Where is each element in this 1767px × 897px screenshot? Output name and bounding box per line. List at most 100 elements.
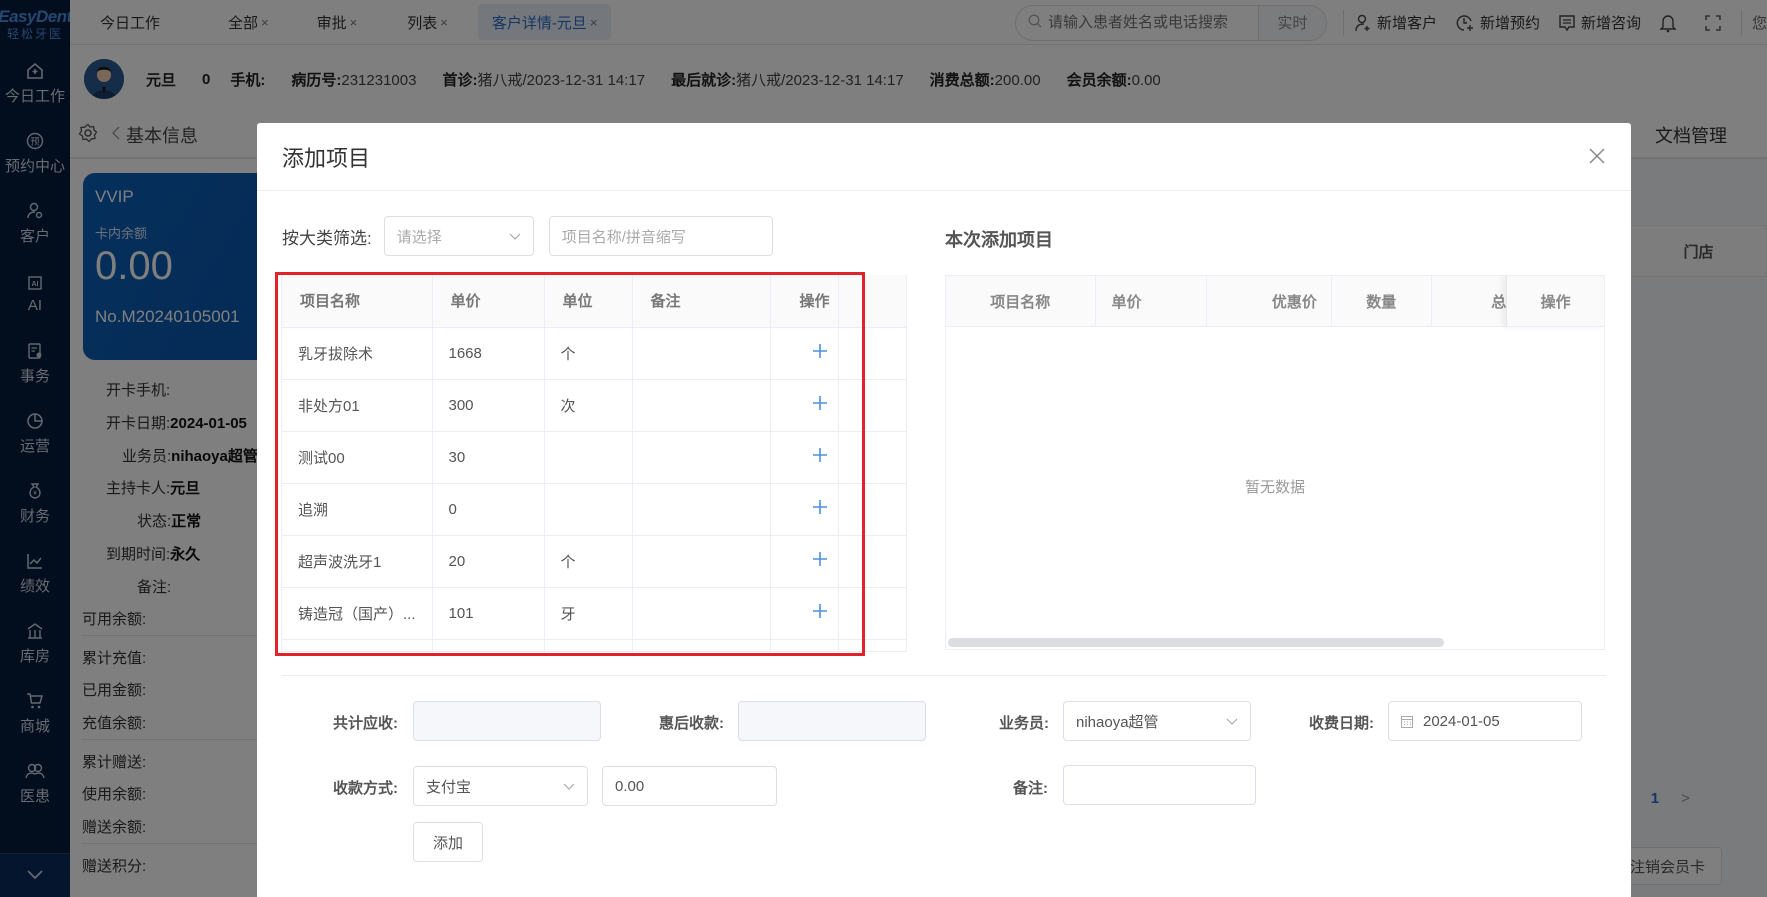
item-price: 20	[432, 535, 545, 588]
table-row: 铸造冠（国产）... 101 牙	[282, 587, 906, 640]
spacer-cell	[838, 535, 906, 588]
remark-label: 备注:	[1013, 780, 1048, 797]
column-header-quantity: 数量	[1332, 276, 1432, 327]
payment-method-select[interactable]: 支付宝	[413, 766, 588, 806]
add-item-plus-icon[interactable]	[812, 551, 828, 571]
column-header-price: 单价	[1096, 276, 1208, 327]
table-row: 追溯 0	[282, 483, 906, 536]
empty-cell	[544, 639, 633, 651]
item-unit: 个	[544, 327, 633, 380]
empty-cell	[432, 639, 545, 651]
payment-method-value: 支付宝	[426, 778, 472, 796]
item-unit	[544, 483, 633, 536]
item-note	[632, 431, 771, 484]
item-unit	[544, 431, 633, 484]
add-payment-button[interactable]: 添加	[413, 822, 483, 862]
total-due-label: 共计应收:	[333, 715, 398, 732]
empty-cell	[770, 639, 839, 651]
item-unit: 次	[544, 379, 633, 432]
chevron-down-icon	[1226, 713, 1238, 730]
divider	[282, 675, 1606, 676]
salesperson-select[interactable]: nihaoya超管	[1063, 701, 1251, 741]
modal-header: 添加项目	[257, 123, 1631, 191]
item-name-search-input[interactable]: 项目名称/拼音缩写	[548, 216, 773, 256]
item-note	[632, 379, 771, 432]
charge-date-label: 收费日期:	[1309, 715, 1374, 732]
spacer-cell	[838, 483, 906, 536]
added-items-title: 本次添加项目	[945, 230, 1053, 250]
empty-state-text: 暂无数据	[1244, 479, 1305, 496]
item-name: 追溯	[282, 483, 433, 536]
column-header-discount-price: 优惠价	[1207, 276, 1332, 327]
spacer-cell	[838, 379, 906, 432]
category-select-placeholder: 请选择	[396, 228, 442, 246]
spacer-cell	[838, 431, 906, 484]
salesperson-label: 业务员:	[999, 715, 1049, 732]
payment-method-label: 收款方式:	[333, 780, 398, 797]
column-header-spacer	[838, 275, 906, 328]
table-row-partial	[282, 639, 906, 651]
after-discount-label: 惠后收款:	[659, 715, 724, 732]
item-note	[632, 587, 771, 640]
table-row: 非处方01 300 次	[282, 379, 906, 432]
add-item-plus-icon[interactable]	[812, 499, 828, 519]
item-action-cell	[770, 587, 839, 640]
table-row: 乳牙拔除术 1668 个	[282, 327, 906, 380]
item-price: 0	[432, 483, 545, 536]
add-item-modal: 添加项目 按大类筛选: 请选择 项目名称/拼音缩写 项目名称 单价 单位 备注 …	[257, 123, 1631, 897]
item-unit: 个	[544, 535, 633, 588]
payment-amount-input[interactable]: 0.00	[602, 766, 777, 806]
item-name: 乳牙拔除术	[282, 327, 433, 380]
items-table: 项目名称 单价 单位 备注 操作 乳牙拔除术 1668 个非处方01 300 次测试00…	[282, 275, 906, 651]
close-icon[interactable]	[1588, 147, 1606, 165]
item-price: 30	[432, 431, 545, 484]
spacer-cell	[838, 587, 906, 640]
item-name: 非处方01	[282, 379, 433, 432]
empty-cell	[632, 639, 771, 651]
item-note	[632, 535, 771, 588]
add-item-plus-icon[interactable]	[812, 395, 828, 415]
column-header-name: 项目名称	[946, 276, 1096, 327]
item-name: 超声波洗牙1	[282, 535, 433, 588]
column-header-name: 项目名称	[282, 275, 433, 328]
items-table-container[interactable]: 项目名称 单价 单位 备注 操作 乳牙拔除术 1668 个非处方01 300 次测试00…	[281, 275, 907, 652]
modal-title: 添加项目	[282, 145, 371, 171]
add-item-plus-icon[interactable]	[812, 603, 828, 623]
filter-label: 按大类筛选:	[282, 228, 372, 248]
total-due-field	[413, 701, 601, 741]
item-action-cell	[770, 483, 839, 536]
salesperson-value: nihaoya超管	[1076, 713, 1159, 731]
added-items-table: 项目名称 单价 优惠价 数量 总 操作 暂无数据	[945, 275, 1605, 650]
remark-input[interactable]	[1063, 765, 1256, 805]
item-price: 101	[432, 587, 545, 640]
table-header-row: 项目名称 单价 优惠价 数量 总 操作	[946, 276, 1604, 327]
charge-date-picker[interactable]: 2024-01-05	[1388, 701, 1582, 741]
item-note	[632, 483, 771, 536]
add-item-plus-icon[interactable]	[812, 447, 828, 467]
item-action-cell	[770, 535, 839, 588]
item-price: 1668	[432, 327, 545, 380]
category-select[interactable]: 请选择	[383, 216, 534, 256]
table-row: 测试00 30	[282, 431, 906, 484]
horizontal-scrollbar[interactable]	[948, 638, 1444, 647]
payment-amount-value: 0.00	[615, 777, 645, 795]
item-action-cell	[770, 431, 839, 484]
chevron-down-icon	[509, 228, 521, 245]
item-action-cell	[770, 327, 839, 380]
item-name-search-placeholder: 项目名称/拼音缩写	[561, 228, 686, 246]
column-header-unit: 单位	[544, 275, 633, 328]
column-header-price: 单价	[432, 275, 545, 328]
column-header-action: 操作	[1506, 276, 1604, 327]
table-row: 超声波洗牙1 20 个	[282, 535, 906, 588]
calendar-icon	[1401, 715, 1413, 728]
item-name: 铸造冠（国产）...	[282, 587, 433, 640]
filter-row: 按大类筛选: 请选择 项目名称/拼音缩写	[282, 216, 773, 256]
item-unit: 牙	[544, 587, 633, 640]
charge-date-value: 2024-01-05	[1423, 712, 1500, 730]
after-discount-field	[738, 701, 926, 741]
spacer-cell	[838, 327, 906, 380]
add-item-plus-icon[interactable]	[812, 343, 828, 363]
column-header-note: 备注	[632, 275, 771, 328]
chevron-down-icon	[563, 778, 575, 795]
item-action-cell	[770, 379, 839, 432]
